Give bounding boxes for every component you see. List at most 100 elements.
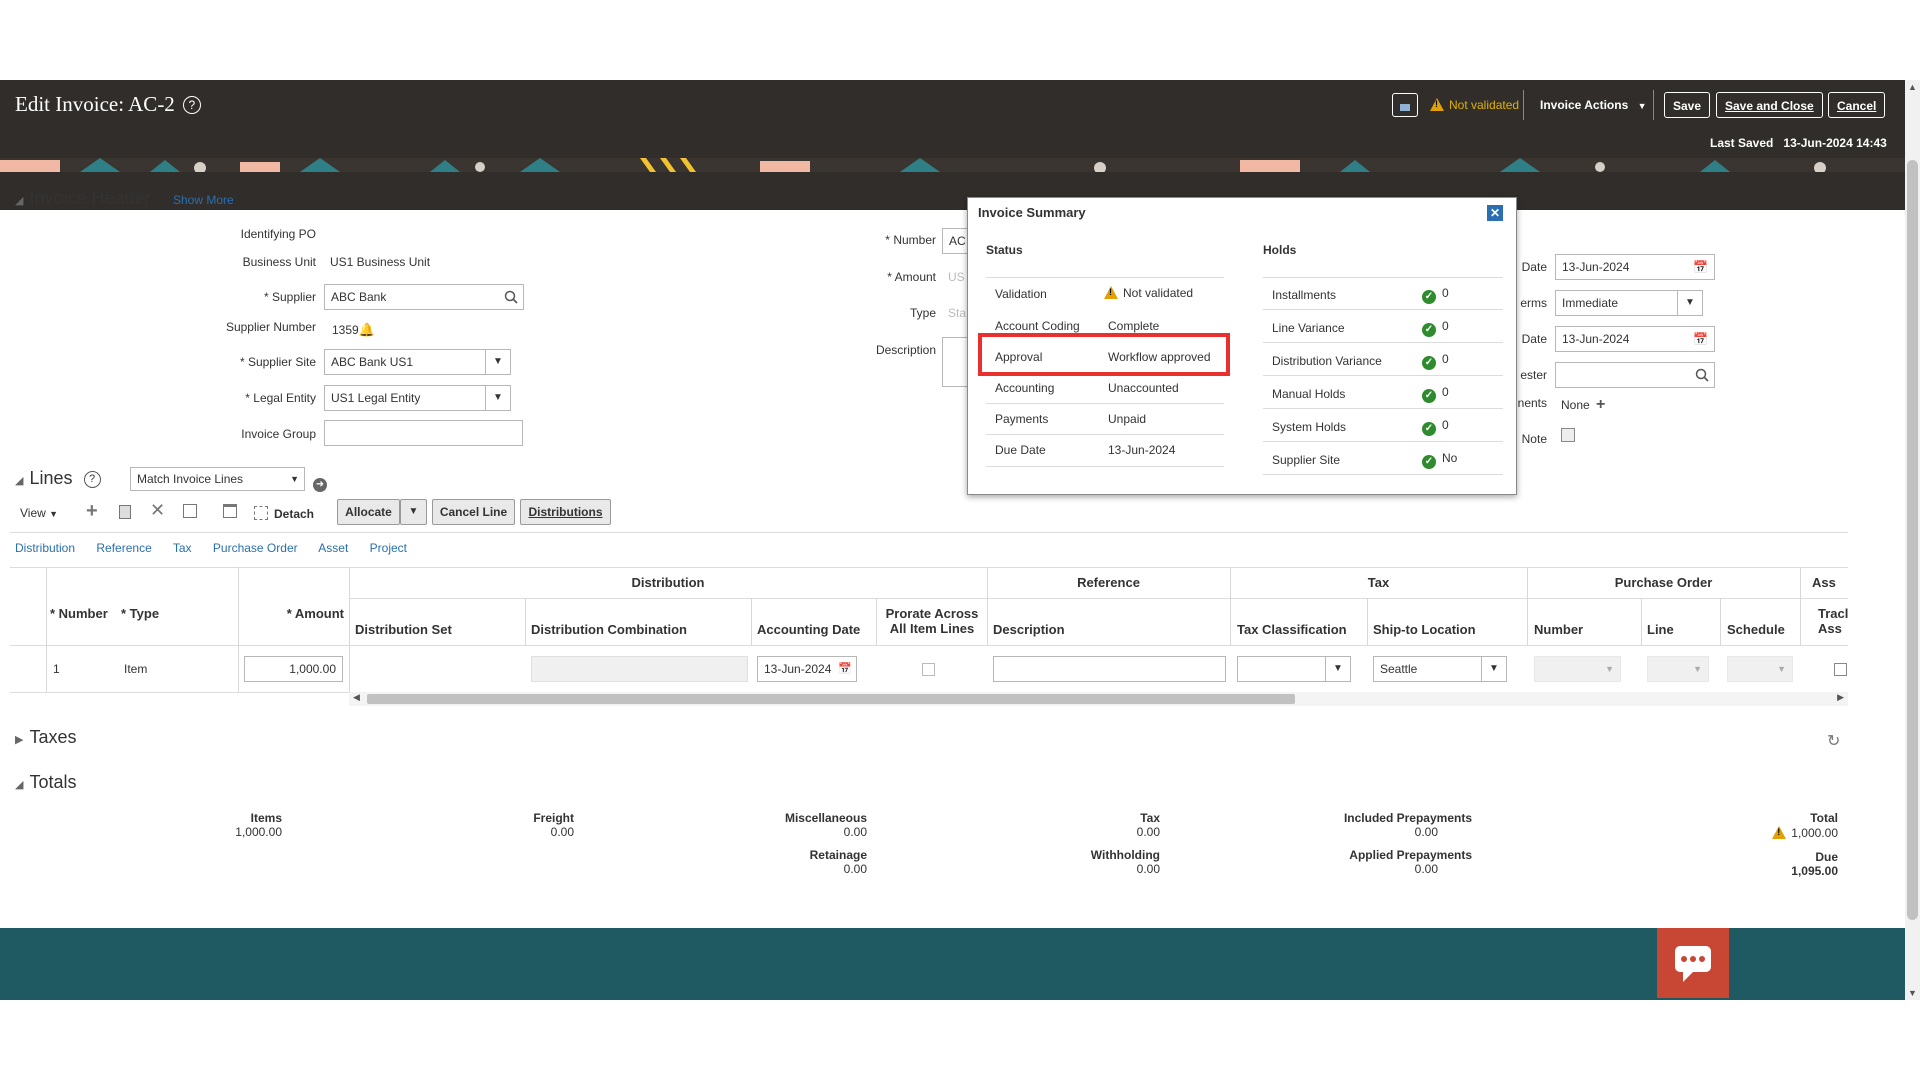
search-icon[interactable] [1695, 368, 1709, 382]
group-asset: Ass [1812, 575, 1836, 590]
invoice-actions-menu[interactable]: Invoice Actions ▼ [1540, 98, 1647, 112]
summary-icon[interactable] [1392, 93, 1418, 117]
tab-tax[interactable]: Tax [173, 541, 192, 555]
requester-field[interactable] [1555, 362, 1715, 388]
refresh-icon[interactable]: ↻ [1827, 731, 1840, 751]
warning-icon[interactable] [1772, 826, 1787, 839]
scroll-thumb[interactable] [1907, 160, 1918, 920]
help-icon[interactable]: ? [182, 96, 201, 114]
row-po-schedule[interactable]: ▼ [1727, 656, 1793, 682]
duplicate-icon[interactable] [119, 505, 131, 519]
close-icon[interactable]: ✕ [1487, 205, 1503, 221]
chevron-down-icon[interactable]: ▼ [1481, 656, 1507, 682]
number-label: * Number [885, 233, 936, 247]
row-description[interactable] [993, 656, 1226, 682]
row-po-number[interactable]: ▼ [1534, 656, 1621, 682]
help-icon[interactable]: ? [83, 471, 101, 488]
supplier-number-label: Supplier Number [225, 320, 316, 334]
tab-asset[interactable]: Asset [318, 541, 348, 555]
legal-entity-select[interactable]: US1 Legal Entity ▼ [324, 385, 511, 411]
search-icon[interactable] [504, 290, 518, 304]
add-icon[interactable]: + [1596, 396, 1605, 413]
bell-icon[interactable]: 🔔 [359, 322, 375, 337]
check-icon: ✓ [1422, 422, 1436, 436]
tab-purchase-order[interactable]: Purchase Order [213, 541, 298, 555]
tab-project[interactable]: Project [370, 541, 407, 555]
retainage-value: 0.00 [843, 862, 867, 876]
totals-title[interactable]: ◢ Totals [15, 772, 77, 793]
chevron-down-icon[interactable]: ▼ [485, 385, 511, 411]
col-track-asset: Tracl Ass [1818, 606, 1849, 636]
delete-icon[interactable]: ✕ [150, 500, 165, 521]
divider [986, 466, 1224, 467]
calendar-icon[interactable]: 📅 [838, 657, 852, 681]
grid-line [751, 598, 752, 645]
row-accounting-date[interactable]: 13-Jun-2024 📅 [757, 656, 857, 682]
calendar-icon[interactable]: 📅 [1693, 255, 1708, 279]
allocate-button[interactable]: Allocate [337, 499, 400, 525]
scroll-down-icon[interactable]: ▼ [1908, 988, 1917, 998]
note-icon[interactable] [1561, 428, 1575, 442]
check-icon: ✓ [1422, 455, 1436, 469]
total-label: Total [1810, 811, 1838, 825]
cancel-line-button[interactable]: Cancel Line [432, 499, 515, 525]
scroll-left-icon[interactable]: ◀ [353, 692, 360, 703]
divider [1263, 309, 1503, 310]
chevron-down-icon[interactable]: ▼ [1677, 290, 1703, 316]
line-variance-value: ✓ 0 [1422, 319, 1449, 337]
cancel-button[interactable]: Cancel [1828, 92, 1886, 118]
match-lines-select[interactable]: Match Invoice Lines ▼ [130, 467, 305, 491]
row-ship-to[interactable]: Seattle ▼ [1373, 656, 1507, 682]
invoice-date-field[interactable]: 13-Jun-2024 📅 [1555, 254, 1715, 280]
row-type: Item [124, 662, 148, 676]
validation-status[interactable]: Not validated [1430, 98, 1519, 112]
horizontal-scrollbar[interactable]: ◀ ▶ [349, 692, 1848, 706]
edit-icon[interactable] [223, 504, 237, 518]
allocate-dropdown[interactable]: ▼ [400, 499, 427, 525]
supplier-site-select[interactable]: ABC Bank US1 ▼ [324, 349, 511, 375]
taxes-title[interactable]: ▶ Taxes [15, 727, 77, 748]
scroll-right-icon[interactable]: ▶ [1837, 692, 1844, 703]
lines-title[interactable]: ◢ Lines ? [15, 468, 101, 489]
row-tax-classification[interactable]: ▼ [1237, 656, 1351, 682]
track-asset-checkbox[interactable] [1834, 663, 1847, 676]
chevron-down-icon[interactable]: ▼ [485, 349, 511, 375]
withholding-label: Withholding [1090, 848, 1160, 862]
calendar-icon[interactable]: 📅 [1693, 327, 1708, 351]
view-menu[interactable]: View ▼ [20, 506, 58, 520]
check-icon: ✓ [1422, 356, 1436, 370]
prorate-checkbox[interactable] [922, 663, 935, 676]
row-amount[interactable]: 1,000.00 [244, 656, 343, 682]
show-more-link[interactable]: Show More [173, 193, 234, 207]
invoice-header-title[interactable]: ◢ Invoice Header [15, 188, 151, 209]
page-title-text: Edit Invoice: AC-2 [15, 92, 175, 116]
accounting-value-link[interactable]: Unaccounted [1108, 381, 1179, 395]
tab-reference[interactable]: Reference [96, 541, 151, 555]
tab-distribution[interactable]: Distribution [15, 541, 75, 555]
split-icon[interactable] [183, 504, 197, 518]
distributions-button[interactable]: Distributions [520, 499, 611, 525]
terms-select[interactable]: Immediate ▼ [1555, 290, 1703, 316]
add-row-icon[interactable]: + [86, 500, 98, 523]
chevron-down-icon: ▼ [1777, 664, 1786, 674]
distribution-variance-label: Distribution Variance [1272, 354, 1382, 368]
save-and-close-button[interactable]: Save and Close [1716, 92, 1823, 118]
collapse-icon: ◢ [15, 195, 24, 207]
vertical-scrollbar[interactable]: ▲ ▼ [1905, 80, 1920, 1000]
chevron-down-icon[interactable]: ▼ [1325, 656, 1351, 682]
go-icon[interactable]: ➜ [313, 478, 327, 492]
row-distribution-combination[interactable] [531, 656, 748, 682]
invoice-group-field[interactable] [324, 420, 523, 446]
system-holds-label: System Holds [1272, 420, 1347, 434]
supplier-field[interactable]: ABC Bank [324, 284, 524, 310]
divider [1523, 90, 1524, 120]
save-button[interactable]: Save [1664, 92, 1711, 118]
terms-date-field[interactable]: 13-Jun-2024 📅 [1555, 326, 1715, 352]
grid-line [349, 598, 1848, 599]
supplier-site-hold-label: Supplier Site [1272, 453, 1341, 467]
detach-button[interactable]: Detach [254, 506, 314, 521]
scroll-up-icon[interactable]: ▲ [1908, 82, 1917, 92]
row-po-line[interactable]: ▼ [1647, 656, 1709, 682]
chat-button[interactable] [1657, 928, 1729, 998]
scroll-thumb[interactable] [367, 694, 1295, 704]
